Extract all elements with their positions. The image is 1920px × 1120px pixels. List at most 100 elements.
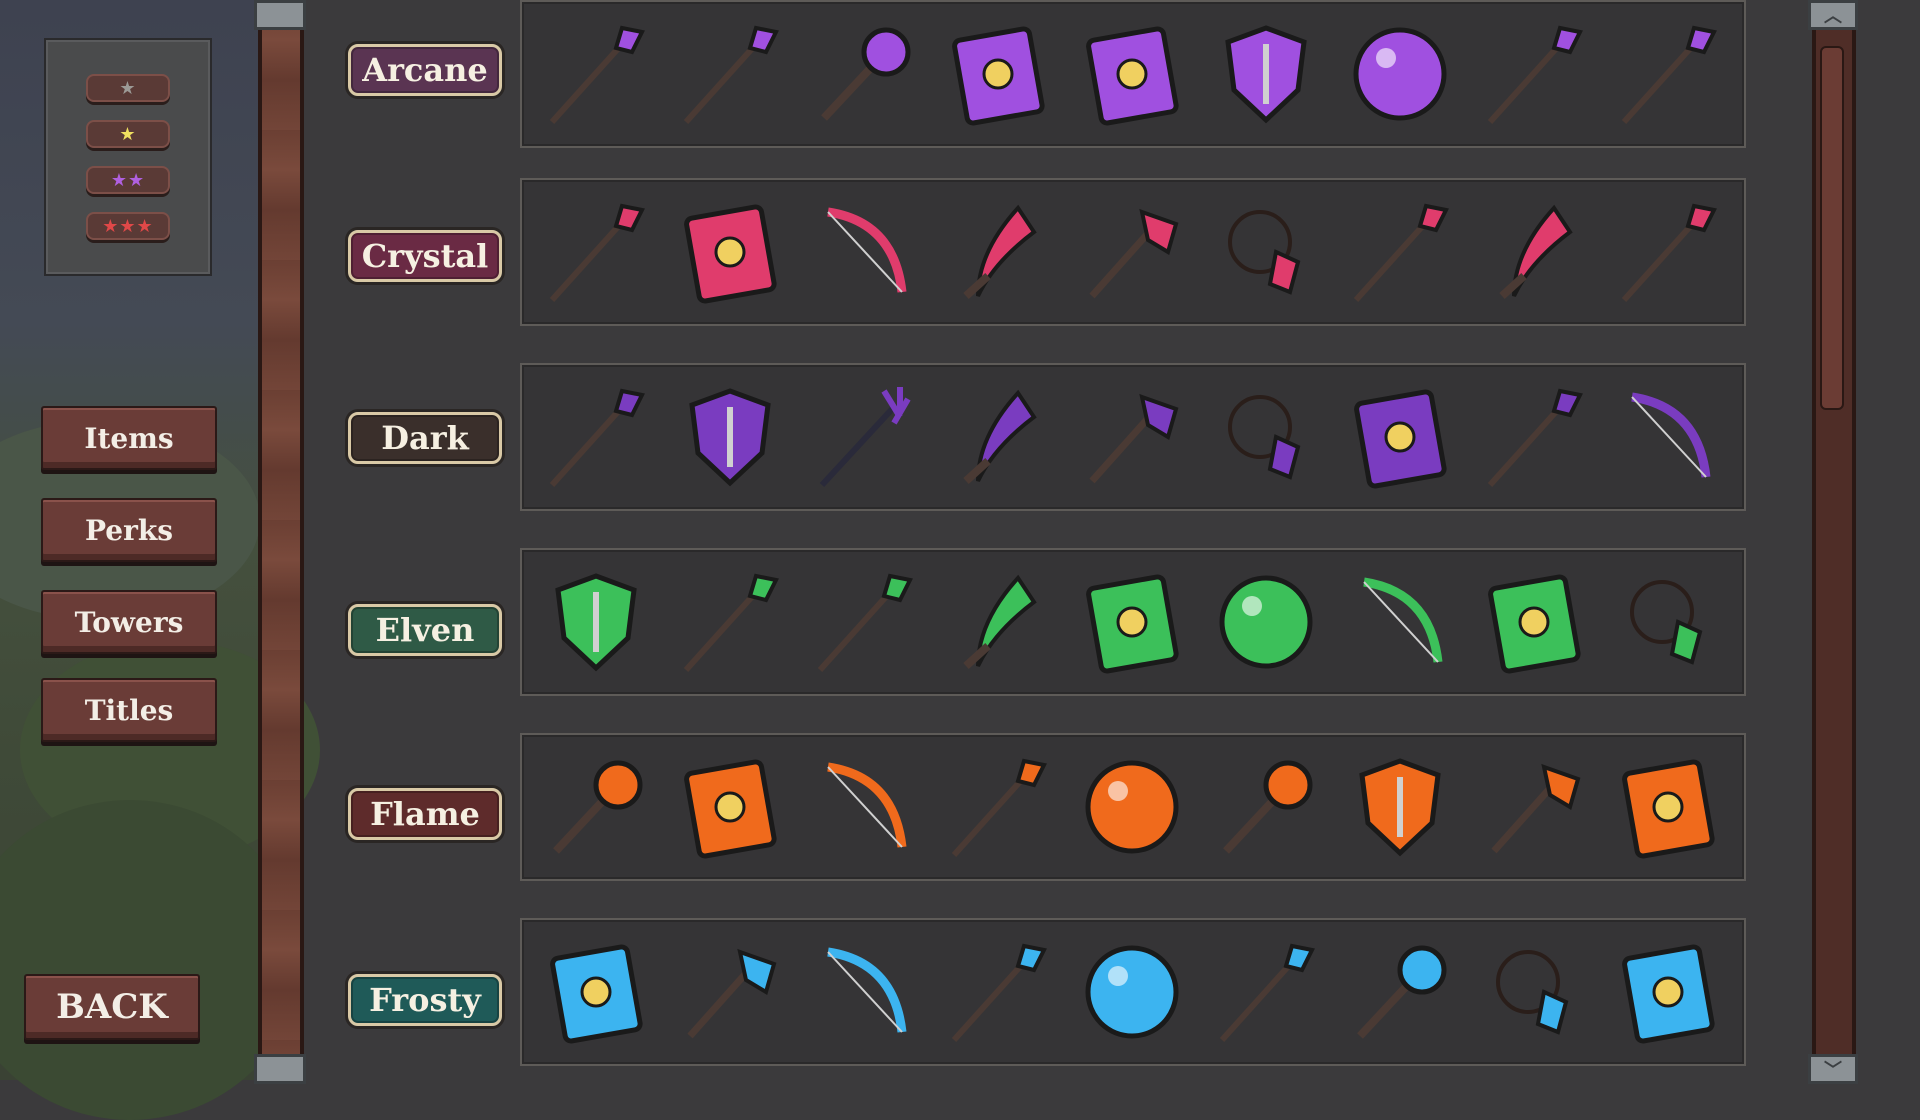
flame-axe-icon[interactable] [1474, 747, 1594, 867]
category-tag-crystal[interactable]: Crystal [348, 230, 502, 282]
elven-bow-icon[interactable] [1340, 562, 1460, 682]
item-art [1491, 763, 1581, 854]
arcane-mace-icon[interactable] [804, 14, 924, 134]
crystal-amulet-icon[interactable] [1206, 192, 1326, 312]
dark-axe-icon[interactable] [1072, 377, 1192, 497]
item-art [687, 948, 777, 1039]
item-art [1085, 945, 1179, 1039]
crystal-spear-icon[interactable] [1340, 192, 1460, 312]
frosty-orb-icon[interactable] [1072, 932, 1192, 1052]
dark-bow-icon[interactable] [1608, 377, 1728, 497]
item-art [1086, 26, 1179, 126]
chevron-down-icon: ﹀ [1824, 1060, 1842, 1081]
item-art [1622, 759, 1715, 859]
item-art [817, 573, 913, 673]
flame-spellbook-icon[interactable] [1608, 747, 1728, 867]
frosty-dagger-icon[interactable] [1206, 932, 1326, 1052]
arcane-scepter-icon[interactable] [1474, 14, 1594, 134]
dark-spear-icon[interactable] [1474, 377, 1594, 497]
arcane-orb-icon[interactable] [1340, 14, 1460, 134]
frosty-axe-icon[interactable] [670, 932, 790, 1052]
flame-mace-icon[interactable] [1206, 747, 1326, 867]
arcane-shield-icon[interactable] [1206, 14, 1326, 134]
titles-button[interactable]: Titles [41, 678, 217, 742]
arcane-sword-icon[interactable] [1608, 14, 1728, 134]
dark-skull-tome-icon[interactable] [1340, 377, 1460, 497]
arcane-tome-icon[interactable] [938, 14, 1058, 134]
category-tag-dark[interactable]: Dark [348, 412, 502, 464]
star-icon: ★★ [110, 169, 146, 191]
towers-button[interactable]: Towers [41, 590, 217, 654]
item-art [821, 27, 911, 121]
item-art [549, 388, 645, 488]
flame-tome-icon[interactable] [670, 747, 790, 867]
crystal-tome-icon[interactable] [670, 192, 790, 312]
star-icon: ★★★ [102, 215, 154, 237]
item-row-arcane [520, 0, 1746, 148]
item-art [951, 758, 1047, 858]
scrollbar-thumb[interactable] [1820, 46, 1844, 410]
item-art [555, 573, 637, 672]
category-tag-elven[interactable]: Elven [348, 604, 502, 656]
item-art [1630, 580, 1703, 665]
item-art [1621, 25, 1717, 125]
item-art [1085, 760, 1179, 854]
rarity-filter-epic[interactable]: ★★★ [86, 212, 170, 240]
items-button[interactable]: Items [41, 406, 217, 470]
crystal-sickle-icon[interactable] [938, 192, 1058, 312]
scroll-up-button[interactable]: ︿ [1808, 0, 1858, 30]
crystal-axe-icon[interactable] [1072, 192, 1192, 312]
item-art [549, 203, 645, 303]
category-tag-arcane[interactable]: Arcane [348, 44, 502, 96]
back-button[interactable]: BACK [24, 974, 200, 1040]
elven-sickle-icon[interactable] [938, 562, 1058, 682]
dark-amulet-icon[interactable] [1206, 377, 1326, 497]
elven-tome-icon[interactable] [1072, 562, 1192, 682]
item-art [1357, 945, 1447, 1039]
item-art [1488, 574, 1581, 674]
rarity-filter-panel: ★ ★ ★★ ★★★ [44, 38, 212, 276]
frosty-bow-icon[interactable] [804, 932, 924, 1052]
frosty-amulet-icon[interactable] [1474, 932, 1594, 1052]
item-art [963, 389, 1037, 484]
item-art [683, 25, 779, 125]
item-row-frosty [520, 918, 1746, 1066]
perks-button[interactable]: Perks [41, 498, 217, 562]
elven-bracelet-icon[interactable] [1608, 562, 1728, 682]
flame-orb-icon[interactable] [1072, 747, 1192, 867]
frosty-gauntlet-icon[interactable] [1340, 932, 1460, 1052]
elven-orb-icon[interactable] [1206, 562, 1326, 682]
dark-scythe-icon[interactable] [938, 377, 1058, 497]
dark-shield-icon[interactable] [670, 377, 790, 497]
frosty-spellbook-icon[interactable] [1608, 932, 1728, 1052]
dark-sword-icon[interactable] [536, 377, 656, 497]
arcane-spear-icon[interactable] [536, 14, 656, 134]
dark-trident-icon[interactable] [804, 377, 924, 497]
category-tag-flame[interactable]: Flame [348, 788, 502, 840]
elven-staff-icon[interactable] [670, 562, 790, 682]
elven-shield-icon[interactable] [536, 562, 656, 682]
rarity-filter-rare[interactable]: ★★ [86, 166, 170, 194]
chevron-up-icon: ︿ [1824, 6, 1842, 27]
crystal-bow-icon[interactable] [804, 192, 924, 312]
rarity-filter-uncommon[interactable]: ★ [86, 120, 170, 148]
flame-shield-icon[interactable] [1340, 747, 1460, 867]
item-art [1228, 395, 1301, 480]
frosty-tome-icon[interactable] [536, 932, 656, 1052]
item-art [1622, 944, 1715, 1044]
crystal-sword-icon[interactable] [1608, 192, 1728, 312]
elven-spear-icon[interactable] [804, 562, 924, 682]
rarity-filter-common[interactable]: ★ [86, 74, 170, 102]
flame-torch-icon[interactable] [536, 747, 656, 867]
flame-spear-icon[interactable] [938, 747, 1058, 867]
arcane-spellbook-icon[interactable] [1072, 14, 1192, 134]
category-tag-frosty[interactable]: Frosty [348, 974, 502, 1026]
item-art [1487, 25, 1583, 125]
crystal-claws-icon[interactable] [1474, 192, 1594, 312]
flame-bow-icon[interactable] [804, 747, 924, 867]
crystal-dagger-icon[interactable] [536, 192, 656, 312]
frosty-spear-icon[interactable] [938, 932, 1058, 1052]
arcane-staff-icon[interactable] [670, 14, 790, 134]
elven-spellbook-icon[interactable] [1474, 562, 1594, 682]
item-art [1354, 389, 1447, 489]
